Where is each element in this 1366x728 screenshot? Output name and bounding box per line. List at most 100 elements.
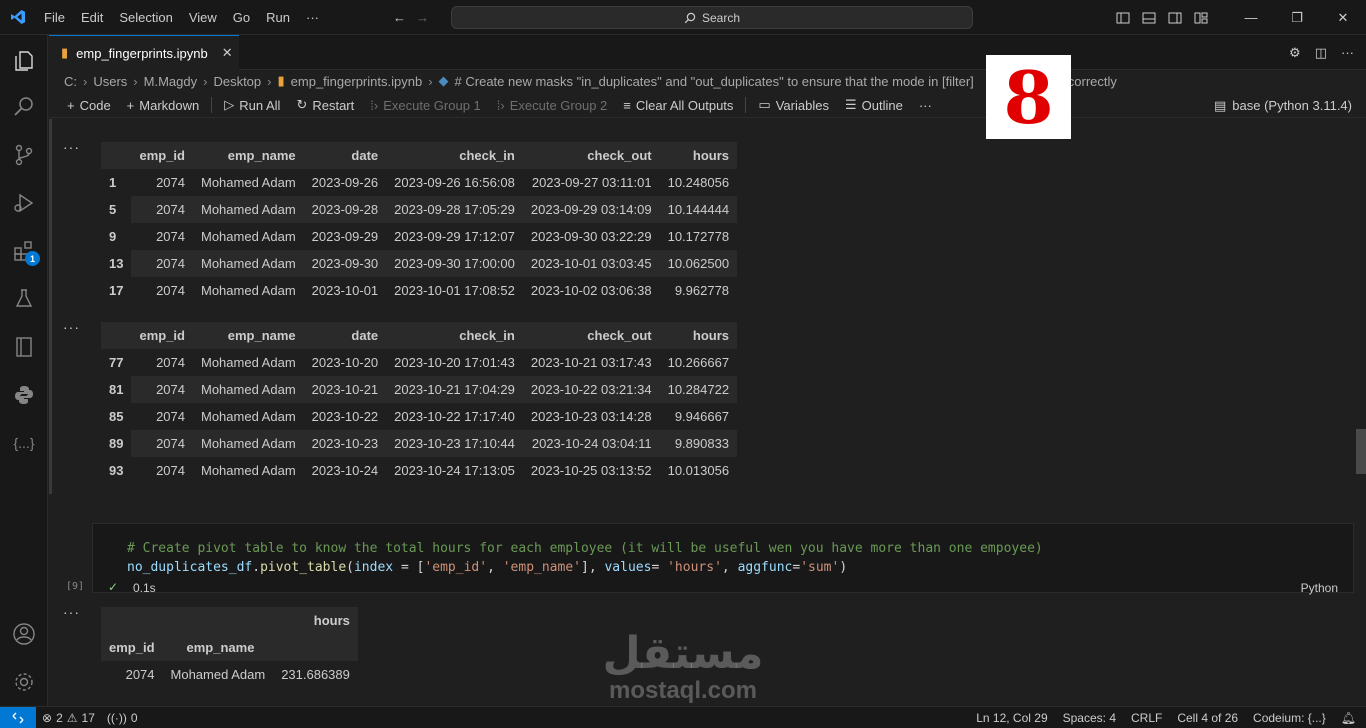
status-right: Ln 12, Col 29 Spaces: 4 CRLF Cell 4 of 2… [976, 707, 1356, 728]
table-cell: 2023-10-24 03:04:11 [522, 430, 660, 457]
table-header: check_out [522, 322, 660, 349]
run-all-button[interactable]: ▷ Run All [216, 97, 288, 113]
status-bar: ⊗ 2 ⚠ 17 ((·)) 0 Ln 12, Col 29 Spaces: 4… [0, 706, 1366, 728]
menu-selection[interactable]: Selection [111, 0, 180, 35]
table-cell: Mohamed Adam [200, 175, 296, 190]
run-debug-icon[interactable] [0, 179, 48, 227]
table-header: check_out [522, 142, 660, 169]
variables-button[interactable]: ▭ Variables [750, 97, 837, 113]
output-actions-icon[interactable]: ··· [63, 139, 80, 155]
breadcrumb-desktop[interactable]: Desktop [213, 74, 261, 89]
table-cell: 2023-10-01 03:03:45 [522, 250, 660, 277]
source-control-icon[interactable] [0, 131, 48, 179]
breadcrumb-file[interactable]: emp_fingerprints.ipynb [291, 74, 423, 89]
chevron-right-icon: › [83, 73, 88, 89]
close-tab-icon[interactable]: ✕ [222, 45, 233, 61]
menu-run[interactable]: Run [258, 0, 298, 35]
toggle-secondary-sidebar-icon[interactable] [1162, 11, 1188, 25]
table-cell: Mohamed Adam [192, 430, 304, 457]
editor-actions: ⚙ ◫ ··· [1289, 35, 1354, 70]
json-braces-icon[interactable]: {...} [0, 419, 48, 467]
table-header: emp_id [101, 634, 163, 661]
table-cell: 2023-09-26 16:56:08 [394, 175, 515, 190]
cell-language[interactable]: Python [1301, 581, 1338, 595]
table-cell: 2023-10-24 17:13:05 [394, 463, 515, 478]
menu-view[interactable]: View [181, 0, 225, 35]
table-header [273, 634, 358, 661]
menu-edit[interactable]: Edit [73, 0, 111, 35]
customize-layout-icon[interactable] [1188, 11, 1214, 25]
restart-button[interactable]: ↻ Restart [288, 97, 362, 113]
breadcrumb-drive[interactable]: C: [64, 74, 77, 89]
menu-file[interactable]: File [36, 0, 73, 35]
row-index: 77 [109, 355, 124, 370]
problems-indicator[interactable]: ⊗ 2 ⚠ 17 [42, 711, 95, 725]
accounts-icon[interactable] [0, 610, 48, 658]
table-cell: 2023-10-01 17:08:52 [394, 283, 515, 298]
toggle-panel-icon[interactable] [1136, 11, 1162, 25]
table-cell: 2023-10-21 03:17:43 [530, 355, 652, 370]
breadcrumb-user[interactable]: M.Magdy [144, 74, 197, 89]
restore-icon[interactable]: ❐ [1274, 10, 1320, 26]
menu-more[interactable]: ··· [298, 0, 327, 35]
breadcrumb-users[interactable]: Users [93, 74, 127, 89]
command-center-search[interactable]: Search [451, 6, 973, 29]
settings-gear-icon[interactable]: ⚙ [1289, 45, 1301, 61]
chevron-right-icon: › [133, 73, 138, 89]
table-header: hours [273, 607, 358, 634]
bell-icon[interactable]: 🔔︎ [1341, 711, 1356, 725]
table-cell: Mohamed Adam [200, 355, 296, 370]
kernel-icon: ▤ [1213, 97, 1227, 113]
execute-group-2-button[interactable]: ⁞› Execute Group 2 [489, 98, 616, 113]
explorer-icon[interactable] [0, 37, 48, 85]
ports-count: 0 [130, 710, 138, 725]
forward-arrow-icon[interactable]: → [416, 10, 429, 25]
table-header: check_in [386, 142, 523, 169]
manage-gear-icon[interactable] [0, 658, 48, 706]
kernel-picker[interactable]: ▤ base (Python 3.11.4) [1214, 93, 1352, 118]
end-of-line[interactable]: CRLF [1131, 711, 1162, 725]
table-cell: 2023-10-24 [311, 463, 379, 478]
python-icon[interactable] [0, 371, 48, 419]
testing-flask-icon[interactable] [0, 275, 48, 323]
outline-button[interactable]: ☰ Outline [837, 97, 911, 113]
table-row: 85 2074 Mohamed Adam 2023-10-22 2023-10-22 1… [101, 403, 737, 430]
table-cell: 10.248056 [667, 175, 730, 190]
ports-indicator[interactable]: ((·)) 0 [107, 711, 138, 725]
toggle-primary-sidebar-icon[interactable] [1110, 11, 1136, 25]
warning-count: 17 [81, 710, 95, 725]
pivot-table-output: hours emp_id emp_name 2074 Mohamed Adam … [101, 607, 358, 688]
indentation[interactable]: Spaces: 4 [1063, 711, 1116, 725]
minimize-icon[interactable]: — [1228, 10, 1274, 25]
table-cell: 9.962778 [674, 283, 730, 298]
table-cell: 2023-10-22 03:21:34 [522, 376, 660, 403]
extensions-icon[interactable]: 1 [0, 227, 48, 275]
menu-go[interactable]: Go [225, 0, 258, 35]
cell-indicator[interactable]: Cell 4 of 26 [1177, 711, 1238, 725]
toolbar-more-button[interactable]: ··· [911, 98, 940, 113]
toolbar-divider [211, 97, 213, 113]
output-actions-icon[interactable]: ··· [63, 319, 80, 335]
add-markdown-button[interactable]: + Markdown [119, 98, 208, 113]
codeium-status[interactable]: Codeium: {...} [1253, 711, 1326, 725]
table-header: hours [659, 322, 738, 349]
execute-group-1-button[interactable]: ⁞› Execute Group 1 [362, 98, 489, 113]
notebook-icon[interactable] [0, 323, 48, 371]
search-view-icon[interactable] [0, 83, 48, 131]
breadcrumb-cell[interactable]: # Create new masks "in_duplicates" and "… [455, 74, 974, 89]
split-editor-icon[interactable]: ◫ [1315, 45, 1327, 61]
table-header-row: emp_id emp_name [101, 634, 358, 661]
back-arrow-icon[interactable]: ← [393, 10, 406, 25]
vertical-scrollbar[interactable] [1356, 429, 1366, 474]
tab-emp-fingerprints[interactable]: ▮ emp_fingerprints.ipynb ✕ [49, 35, 239, 70]
warning-icon: ⚠ [66, 710, 78, 725]
more-actions-icon[interactable]: ··· [1341, 45, 1354, 60]
output-actions-icon[interactable]: ··· [63, 604, 80, 620]
add-code-button[interactable]: + Code [59, 98, 119, 113]
clear-all-outputs-button[interactable]: ≡ Clear All Outputs [615, 98, 741, 113]
close-window-icon[interactable]: ✕ [1320, 10, 1366, 26]
remote-indicator-icon[interactable] [0, 706, 36, 728]
table-cell: Mohamed Adam [192, 196, 304, 223]
code-comment-line: # Create pivot table to know the total h… [127, 541, 1043, 556]
cursor-position[interactable]: Ln 12, Col 29 [976, 711, 1047, 725]
